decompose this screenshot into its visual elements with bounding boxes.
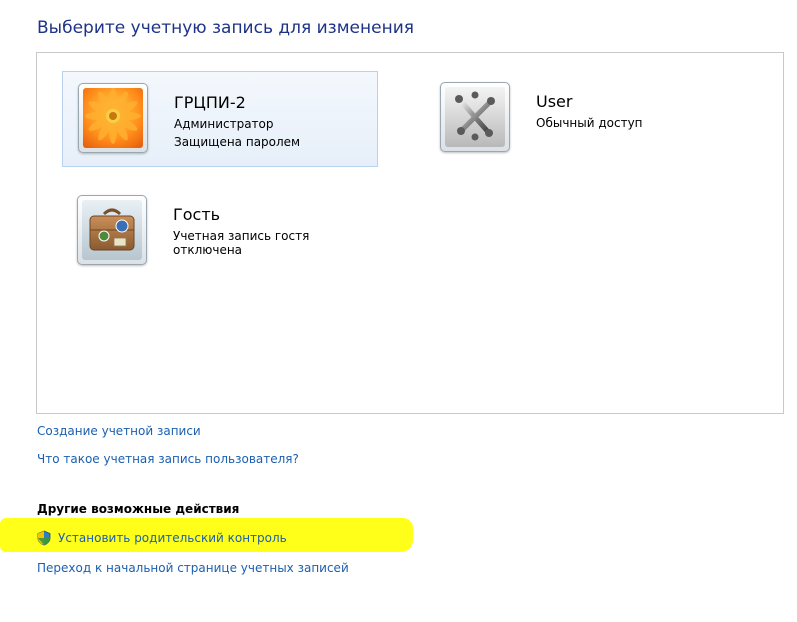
- account-name: ГРЦПИ-2: [174, 93, 246, 112]
- account-name: User: [536, 92, 573, 111]
- account-tile-guest[interactable]: Гость Учетная запись гостя отключена: [62, 184, 378, 280]
- suitcase-icon: [82, 200, 142, 260]
- account-picture-frame: [78, 83, 148, 153]
- parental-control-link[interactable]: Установить родительский контроль: [36, 530, 287, 546]
- account-tile-user[interactable]: User Обычный доступ: [425, 71, 741, 167]
- account-tile-grcpi[interactable]: ГРЦПИ-2 Администратор Защищена паролем: [62, 71, 378, 167]
- page-title: Выберите учетную запись для изменения: [37, 18, 414, 38]
- uac-shield-icon: [37, 530, 51, 546]
- account-name: Гость: [173, 205, 221, 224]
- what-is-account-link[interactable]: Что такое учетная запись пользователя?: [37, 452, 299, 466]
- account-status: Учетная запись гостя отключена: [173, 229, 310, 257]
- account-picture-frame: [77, 195, 147, 265]
- parental-control-label: Установить родительский контроль: [58, 531, 287, 545]
- accounts-panel: ГРЦПИ-2 Администратор Защищена паролем U…: [36, 52, 784, 414]
- jacks-icon: [445, 87, 505, 147]
- account-password-status: Защищена паролем: [174, 135, 301, 149]
- account-type: Обычный доступ: [536, 116, 643, 130]
- other-actions-heading: Другие возможные действия: [37, 502, 240, 516]
- account-picture-frame: [440, 82, 510, 152]
- account-type: Администратор: [174, 117, 274, 131]
- manage-accounts-page: Выберите учетную запись для изменения ГР…: [0, 0, 797, 622]
- create-account-link[interactable]: Создание учетной записи: [37, 424, 201, 438]
- orange-flower-icon: [83, 88, 143, 148]
- accounts-home-link[interactable]: Переход к начальной странице учетных зап…: [37, 561, 349, 575]
